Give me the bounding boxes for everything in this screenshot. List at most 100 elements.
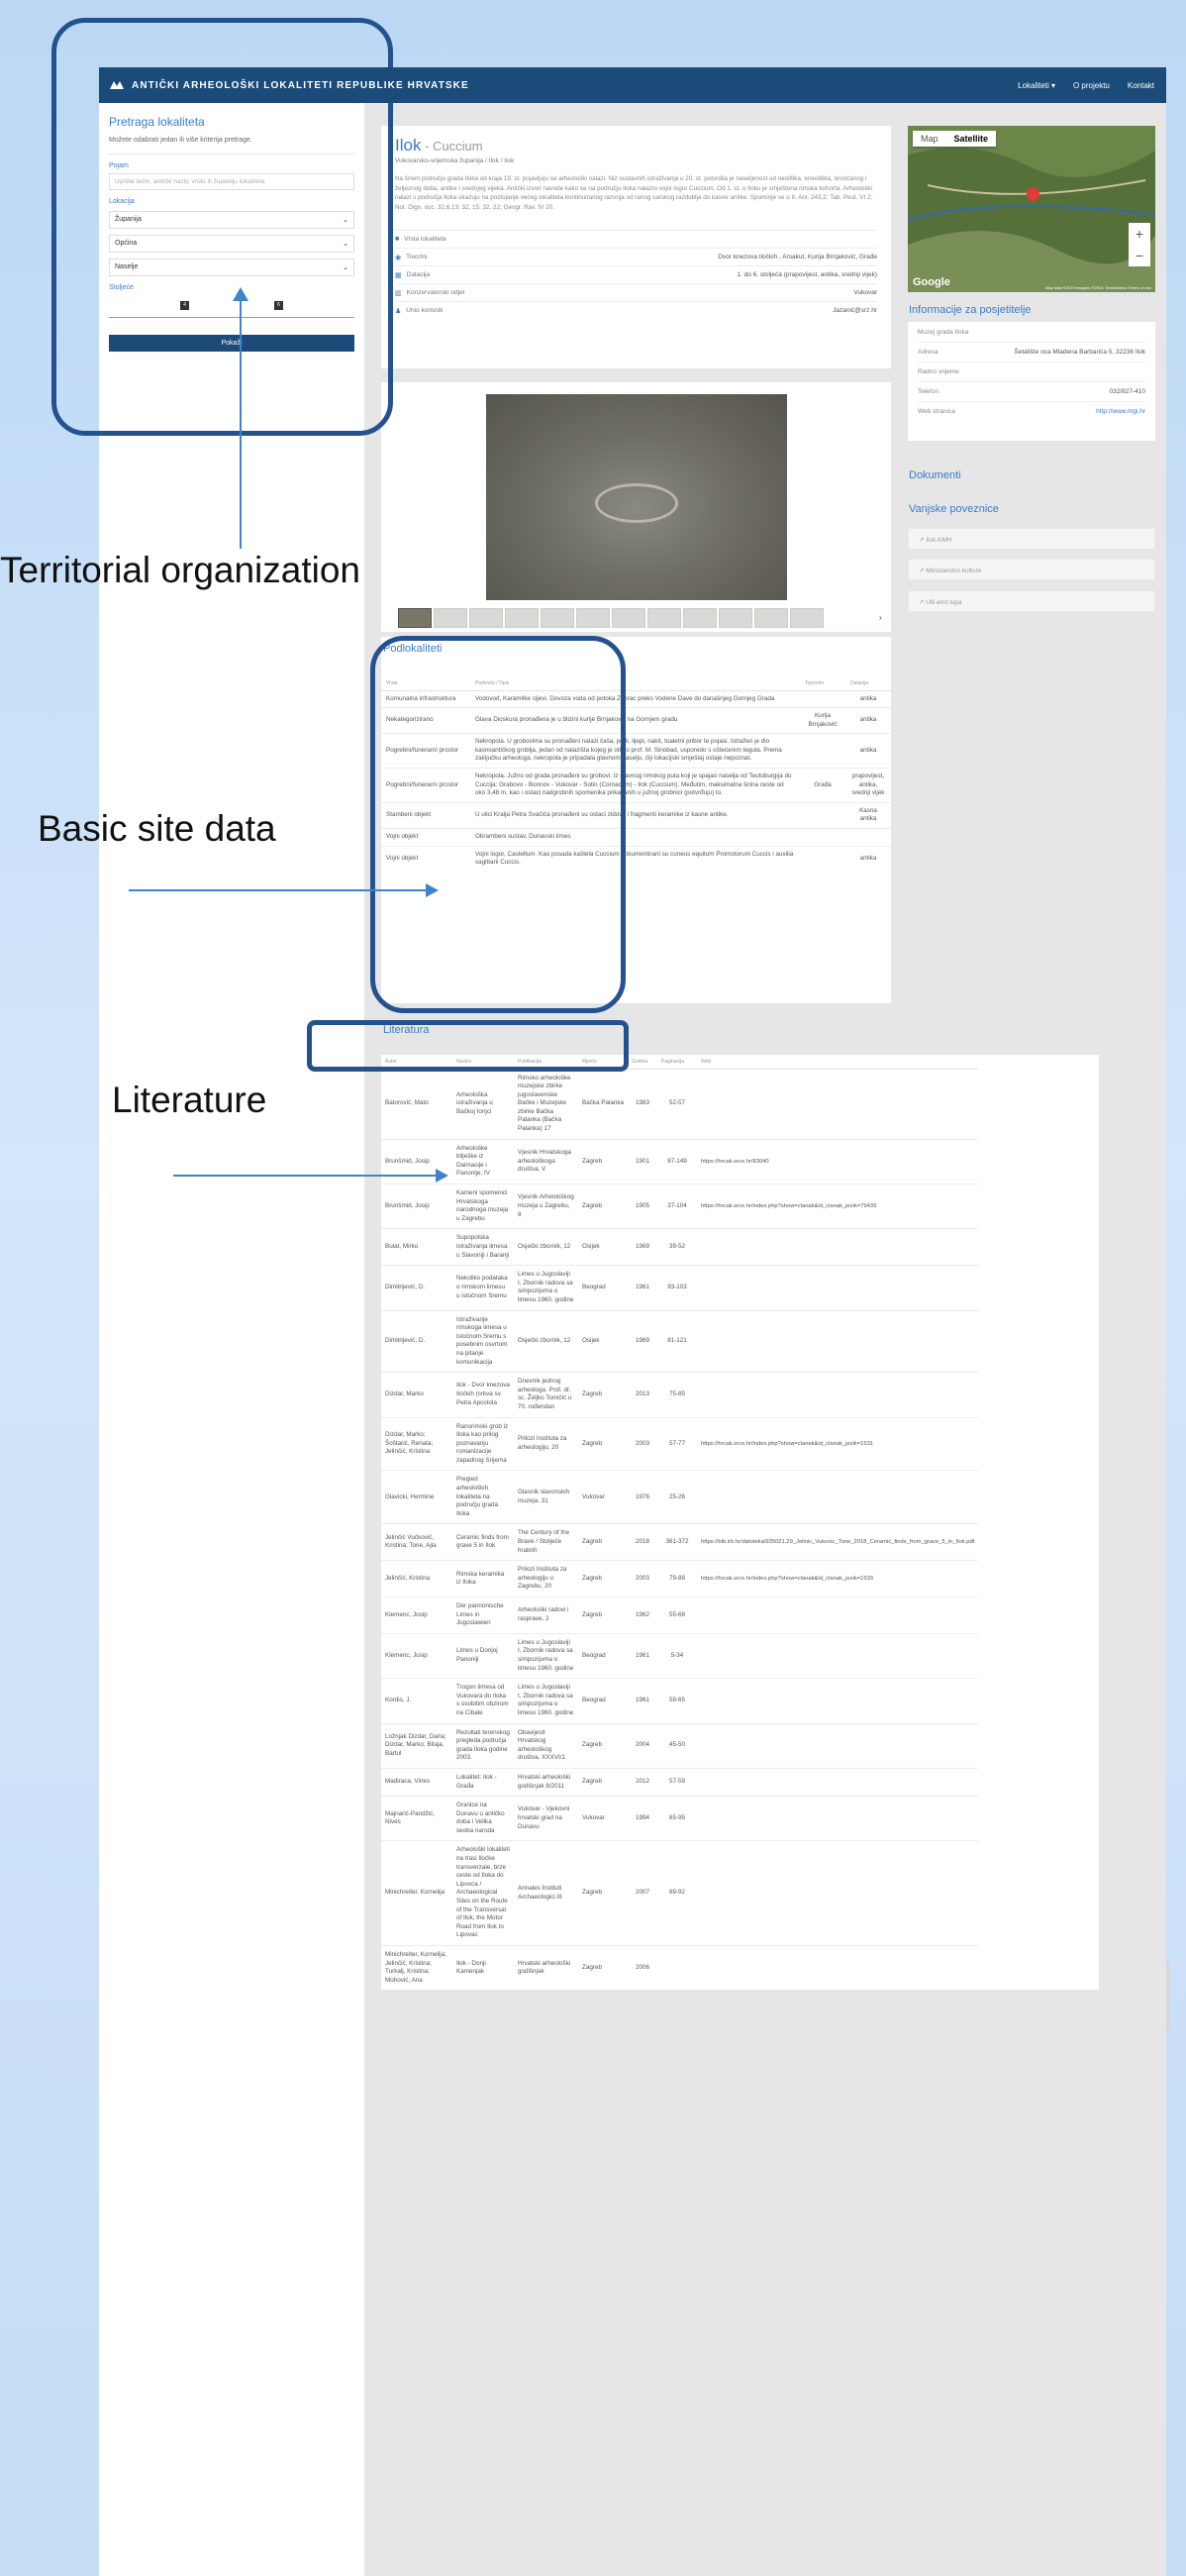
- literature-web[interactable]: https://hrcak.srce.hr/83040: [697, 1138, 979, 1185]
- chevron-right-icon[interactable]: ›: [879, 613, 882, 622]
- literature-pages: 79-88: [657, 1560, 697, 1597]
- literature-web[interactable]: https://bib.irb.hr/datoteka/935021.29_Je…: [697, 1523, 979, 1561]
- col-header: Toponim: [800, 676, 845, 691]
- site-attributes: ■ Vrsta lokaliteta ◉ Tlocrtni Dvor knezova …: [395, 230, 877, 319]
- literature-pages: 45-50: [657, 1722, 697, 1769]
- gallery-thumbnail[interactable]: [576, 608, 610, 628]
- literature-web[interactable]: https://hrcak.srce.hr/index.php?show=cla…: [697, 1184, 979, 1229]
- literature-year: 2006: [628, 1945, 657, 1991]
- literature-pub: Vukovar - Vjekovni hrvatski grad na Duna…: [514, 1796, 578, 1841]
- visitor-label: Web stranica: [918, 408, 955, 415]
- subsite-date: antika: [845, 845, 891, 872]
- calendar-icon: ▦: [395, 271, 402, 279]
- attr-row-dating: ▦ Datacija 1. do 6. stoljeća (prapovijest,…: [395, 265, 877, 283]
- literature-web[interactable]: https://hrcak.srce.hr/index.php?show=cla…: [697, 1560, 979, 1597]
- literature-title: Kameni spomenici Hrvatskoga narodnoga mu…: [452, 1184, 514, 1229]
- literature-pub: Limes u Jugoslaviji I, Zbornik radova sa…: [514, 1678, 578, 1724]
- literature-web: [697, 1265, 979, 1311]
- nav-lokaliteti[interactable]: Lokaliteti ▾: [1018, 81, 1055, 90]
- gallery-thumbnail[interactable]: [541, 608, 574, 628]
- literature-author: Glavicki, Hermine: [381, 1470, 452, 1524]
- literature-pages: 25-26: [657, 1470, 697, 1524]
- visitor-value: 032/827-410: [1109, 388, 1145, 395]
- literature-title: Arheološki lokaliteti na trasi Iločke tr…: [452, 1840, 514, 1946]
- table-row: Jelinčić, Kristina Rimska keramika iz Ilo…: [381, 1560, 979, 1597]
- map-type-satellite[interactable]: Satellite: [946, 131, 997, 147]
- brand[interactable]: ANTIČKI ARHEOLOŠKI LOKALITETI REPUBLIKE …: [109, 80, 469, 91]
- nav-kontakt[interactable]: Kontakt: [1128, 81, 1154, 90]
- col-header: Web: [697, 1055, 979, 1070]
- literature-place: Zagreb: [578, 1840, 628, 1946]
- scrollbar[interactable]: [1166, 1961, 1170, 2030]
- literature-title: Ilok - Donji Kamenjak: [452, 1945, 514, 1991]
- attr-value[interactable]: Jazanić@srz.hr: [833, 307, 877, 314]
- gallery-thumbnail[interactable]: [790, 608, 824, 628]
- literature-author: Majnarić-Pandžić, Nives: [381, 1796, 452, 1841]
- literature-author: Ložnjak Dizdar, Daria; Dizdar, Marko; Bi…: [381, 1722, 452, 1769]
- visitor-value: Šetalište oca Mladena Barbarića 5, 32236…: [1014, 349, 1145, 356]
- literature-web: [697, 1722, 979, 1769]
- zoom-control: + −: [1129, 223, 1150, 266]
- map-type-map[interactable]: Map: [913, 131, 946, 147]
- attr-row-user: ♟ Unio korisnik Jazanić@srz.hr: [395, 301, 877, 319]
- literature-pages: 52-57: [657, 1068, 697, 1140]
- attr-label: Konzervatorski odjel: [406, 289, 465, 296]
- gallery-thumbnail[interactable]: [398, 608, 432, 628]
- literature-pages: 57-77: [657, 1416, 697, 1471]
- literature-place: Beograd: [578, 1265, 628, 1311]
- literature-title: Supopolska istraživanja limesa u Slavoni…: [452, 1228, 514, 1266]
- subsite-date: prapovijest, antika, srednji vijek: [845, 768, 891, 803]
- literature-year: 1905: [628, 1184, 657, 1229]
- map-type-control: Map Satellite: [913, 131, 997, 147]
- gallery-thumbnail[interactable]: [505, 608, 539, 628]
- literature-year: 1961: [628, 1678, 657, 1724]
- subsite-toponym: [800, 801, 845, 829]
- literature-place: Zagreb: [578, 1138, 628, 1185]
- location-map[interactable]: Map Satellite + − Google Map data ©2019 …: [908, 126, 1155, 292]
- literature-place: Zagreb: [578, 1560, 628, 1597]
- literature-place: Osijek: [578, 1228, 628, 1266]
- gallery-thumbnail[interactable]: [754, 608, 788, 628]
- gallery-main-photo[interactable]: [486, 394, 787, 600]
- subsite-date: antika: [845, 733, 891, 769]
- table-row: Ložnjak Dizdar, Daria; Dizdar, Marko; Bi…: [381, 1722, 979, 1769]
- visitor-label: Adresa: [918, 349, 939, 356]
- table-row: Glavicki, Hermine Pregled arheoloških lok…: [381, 1470, 979, 1524]
- table-row: Jelinčić Vučković, Kristina; Tone, Ajla C…: [381, 1523, 979, 1561]
- attr-value: Vukovar: [853, 289, 877, 296]
- literature-place: Zagreb: [578, 1945, 628, 1991]
- attr-value: 1. do 6. stoljeća (prapovijest, antika, …: [737, 271, 877, 278]
- zoom-in-button[interactable]: +: [1129, 223, 1150, 245]
- visitor-row: Telefon 032/827-410: [918, 381, 1145, 401]
- literature-year: 2003: [628, 1560, 657, 1597]
- visitor-label: Radno vrijeme: [918, 368, 959, 375]
- site-title: ANTIČKI ARHEOLOŠKI LOKALITETI REPUBLIKE …: [132, 79, 469, 91]
- external-link[interactable]: ↗ Ulli ernt lupa: [908, 590, 1155, 612]
- literature-pub: Vjesnik Arheološkog muzeja u Zagrebu, 8: [514, 1184, 578, 1229]
- gallery-thumbnail[interactable]: [647, 608, 681, 628]
- annotation-arrow-line-literature: [173, 1175, 436, 1177]
- literature-title: Granice na Dunavu u antičko doba i Velik…: [452, 1796, 514, 1841]
- visitor-row: Radno vrijeme: [918, 361, 1145, 381]
- literature-pages: 87-149: [657, 1138, 697, 1185]
- gallery-thumbnail[interactable]: [719, 608, 752, 628]
- external-link[interactable]: ↗ Ilok.KMH: [908, 528, 1155, 550]
- gallery-thumbnail[interactable]: [612, 608, 645, 628]
- literature-pages: 93-103: [657, 1265, 697, 1311]
- gallery-thumbnail[interactable]: [683, 608, 717, 628]
- literature-place: Zagreb: [578, 1184, 628, 1229]
- nav-o-projektu[interactable]: O projektu: [1073, 81, 1110, 90]
- table-row: Klemenc, Josip Limes u Donjoj Panoniji Lim…: [381, 1632, 979, 1679]
- gallery-thumbnail[interactable]: [469, 608, 503, 628]
- table-row: Madiraca, Vinko Lokalitet: Ilok - Građa Hr…: [381, 1767, 979, 1797]
- literature-pub: Annales Instituti Archaeologici III: [514, 1840, 578, 1946]
- zoom-out-button[interactable]: −: [1129, 245, 1150, 266]
- visitor-website-link[interactable]: http://www.mgi.hr: [1096, 408, 1145, 415]
- literature-web[interactable]: https://hrcak.srce.hr/index.php?show=cla…: [697, 1416, 979, 1471]
- external-link[interactable]: ↗ Ministarstvo kulture: [908, 559, 1155, 580]
- subsite-date: antika: [845, 689, 891, 708]
- literature-title: Ilok - Dvor knezova Iločkih (crkva sv. P…: [452, 1372, 514, 1417]
- literature-place: Zagreb: [578, 1722, 628, 1769]
- gallery-thumbnail[interactable]: [434, 608, 467, 628]
- literature-place: Beograd: [578, 1632, 628, 1679]
